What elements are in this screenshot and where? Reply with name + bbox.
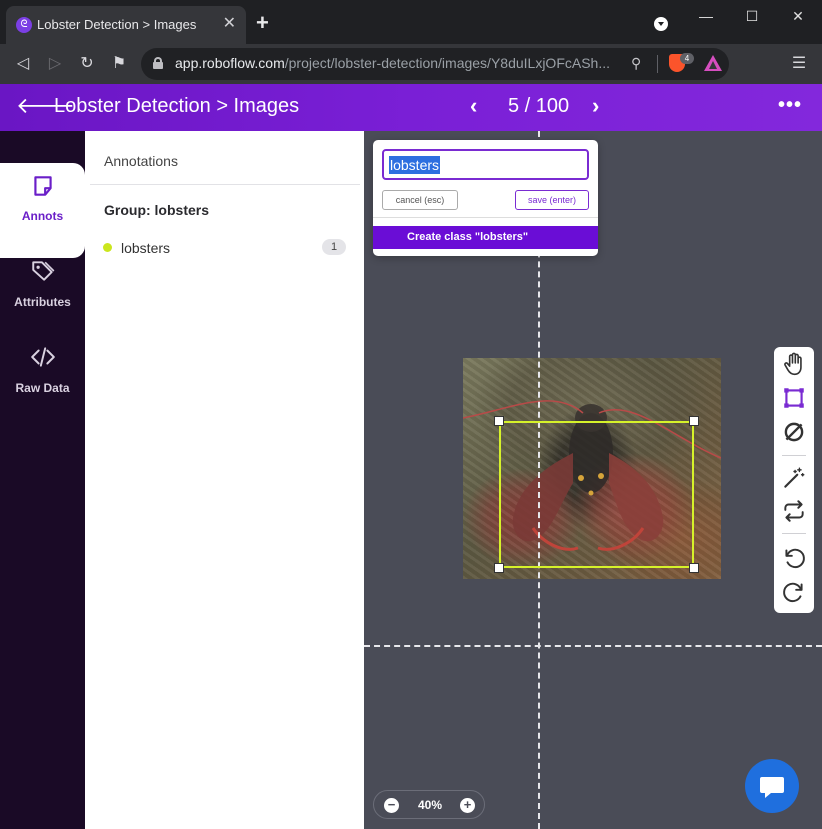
create-class-option[interactable]: Create class "lobsters" [373, 226, 598, 249]
bounding-box-icon[interactable] [781, 385, 807, 411]
new-tab-plus-icon[interactable]: + [256, 12, 269, 34]
tool-divider [782, 455, 806, 456]
tab-close-icon[interactable]: ✕ [223, 14, 236, 34]
group-title: Group: lobsters [104, 202, 210, 218]
popup-divider [373, 217, 598, 218]
zoom-out-icon[interactable]: − [384, 798, 399, 813]
class-name-input-value: lobsters [389, 156, 441, 174]
class-count-badge: 1 [322, 239, 346, 255]
bookmark-icon[interactable]: ⚑ [108, 53, 130, 75]
rail-item-raw-data[interactable]: Raw Data [0, 344, 85, 430]
roboflow-favicon-icon: ᘓ [16, 17, 32, 33]
url-host: app.roboflow.com [175, 55, 285, 71]
maximize-icon[interactable]: ☐ [740, 6, 764, 26]
url-path: /project/lobster-detection/images/Y8duIL… [284, 55, 611, 71]
redo-icon[interactable] [781, 579, 807, 605]
bbox-handle-top-left[interactable] [494, 416, 504, 426]
bounding-box-lobsters[interactable] [499, 421, 694, 568]
app-header: 🡐 Lobster Detection > Images ‹ 5 / 100 ›… [0, 84, 822, 131]
repeat-icon[interactable] [781, 498, 807, 524]
class-name-input[interactable]: lobsters [382, 149, 589, 180]
window-close-icon[interactable]: ✕ [786, 6, 810, 26]
browser-toolbar: ◁ ▷ ↻ ⚑ app.roboflow.com/project/lobster… [0, 44, 822, 84]
class-row-lobsters[interactable]: lobsters 1 [102, 237, 348, 259]
panel-title: Annotations [104, 153, 178, 169]
browser-tabstrip: ᘓ Lobster Detection > Images ✕ + — ☐ ✕ [0, 0, 822, 44]
annotation-canvas[interactable]: lobsters cancel (esc) save (enter) Creat… [364, 131, 822, 829]
forward-icon[interactable]: ▷ [44, 53, 66, 75]
rail-label-annots: Annots [21, 209, 64, 223]
tool-divider [782, 533, 806, 534]
class-popup: lobsters cancel (esc) save (enter) Creat… [373, 140, 598, 256]
bbox-handle-top-right[interactable] [689, 416, 699, 426]
address-bar[interactable]: app.roboflow.com/project/lobster-detecti… [141, 48, 729, 80]
previous-image-icon[interactable]: ‹ [470, 92, 477, 120]
tag-icon [32, 261, 55, 281]
chat-button[interactable] [745, 759, 799, 813]
tab-title: Lobster Detection > Images [37, 17, 197, 32]
chat-icon [760, 777, 784, 798]
left-rail: Annots Attributes Raw Data [0, 131, 85, 829]
page-title: Lobster Detection > Images [54, 95, 300, 117]
rail-label-raw-data: Raw Data [15, 381, 70, 395]
pager-text: 5 / 100 [508, 95, 570, 117]
brave-rewards-icon[interactable] [704, 55, 722, 71]
zoom-icon[interactable]: ⚲ [631, 55, 641, 72]
minimize-icon[interactable]: — [694, 6, 718, 26]
rail-label-attributes: Attributes [14, 295, 71, 309]
crosshair-horizontal [364, 645, 822, 647]
more-options-icon[interactable]: ••• [778, 91, 802, 119]
zoom-level: 40% [417, 798, 443, 812]
brave-shields-badge: 4 [680, 53, 694, 64]
polygon-null-icon[interactable] [781, 419, 807, 445]
browser-tab[interactable]: ᘓ Lobster Detection > Images ✕ [6, 6, 246, 44]
class-color-dot [103, 243, 112, 252]
reload-icon[interactable]: ↻ [76, 53, 98, 75]
next-image-icon[interactable]: › [592, 92, 599, 120]
zoom-control: − 40% + [373, 790, 485, 819]
bbox-handle-bottom-right[interactable] [689, 563, 699, 573]
app-window: ᘓ Lobster Detection > Images ✕ + — ☐ ✕ ◁… [0, 0, 822, 829]
back-icon[interactable]: ◁ [12, 53, 34, 75]
code-icon [31, 347, 55, 367]
undo-icon[interactable] [781, 545, 807, 571]
omnibox-divider [657, 55, 658, 73]
bbox-handle-bottom-left[interactable] [494, 563, 504, 573]
cancel-button[interactable]: cancel (esc) [382, 190, 458, 210]
rail-item-attributes[interactable]: Attributes [0, 258, 85, 344]
magic-wand-icon[interactable] [781, 465, 807, 491]
hand-icon[interactable] [781, 351, 807, 377]
rail-item-annots[interactable]: Annots [0, 163, 85, 258]
note-icon [34, 176, 52, 196]
menu-icon[interactable]: ☰ [788, 53, 810, 75]
save-button[interactable]: save (enter) [515, 190, 589, 210]
url-text: app.roboflow.com/project/lobster-detecti… [175, 55, 610, 71]
class-name: lobsters [121, 240, 171, 256]
annotations-panel: Annotations Group: lobsters lobsters 1 [85, 131, 364, 829]
lock-icon [153, 57, 163, 69]
tab-search-icon[interactable] [654, 17, 668, 31]
zoom-in-icon[interactable]: + [460, 798, 475, 813]
panel-divider [90, 184, 360, 185]
tool-palette [774, 347, 814, 613]
